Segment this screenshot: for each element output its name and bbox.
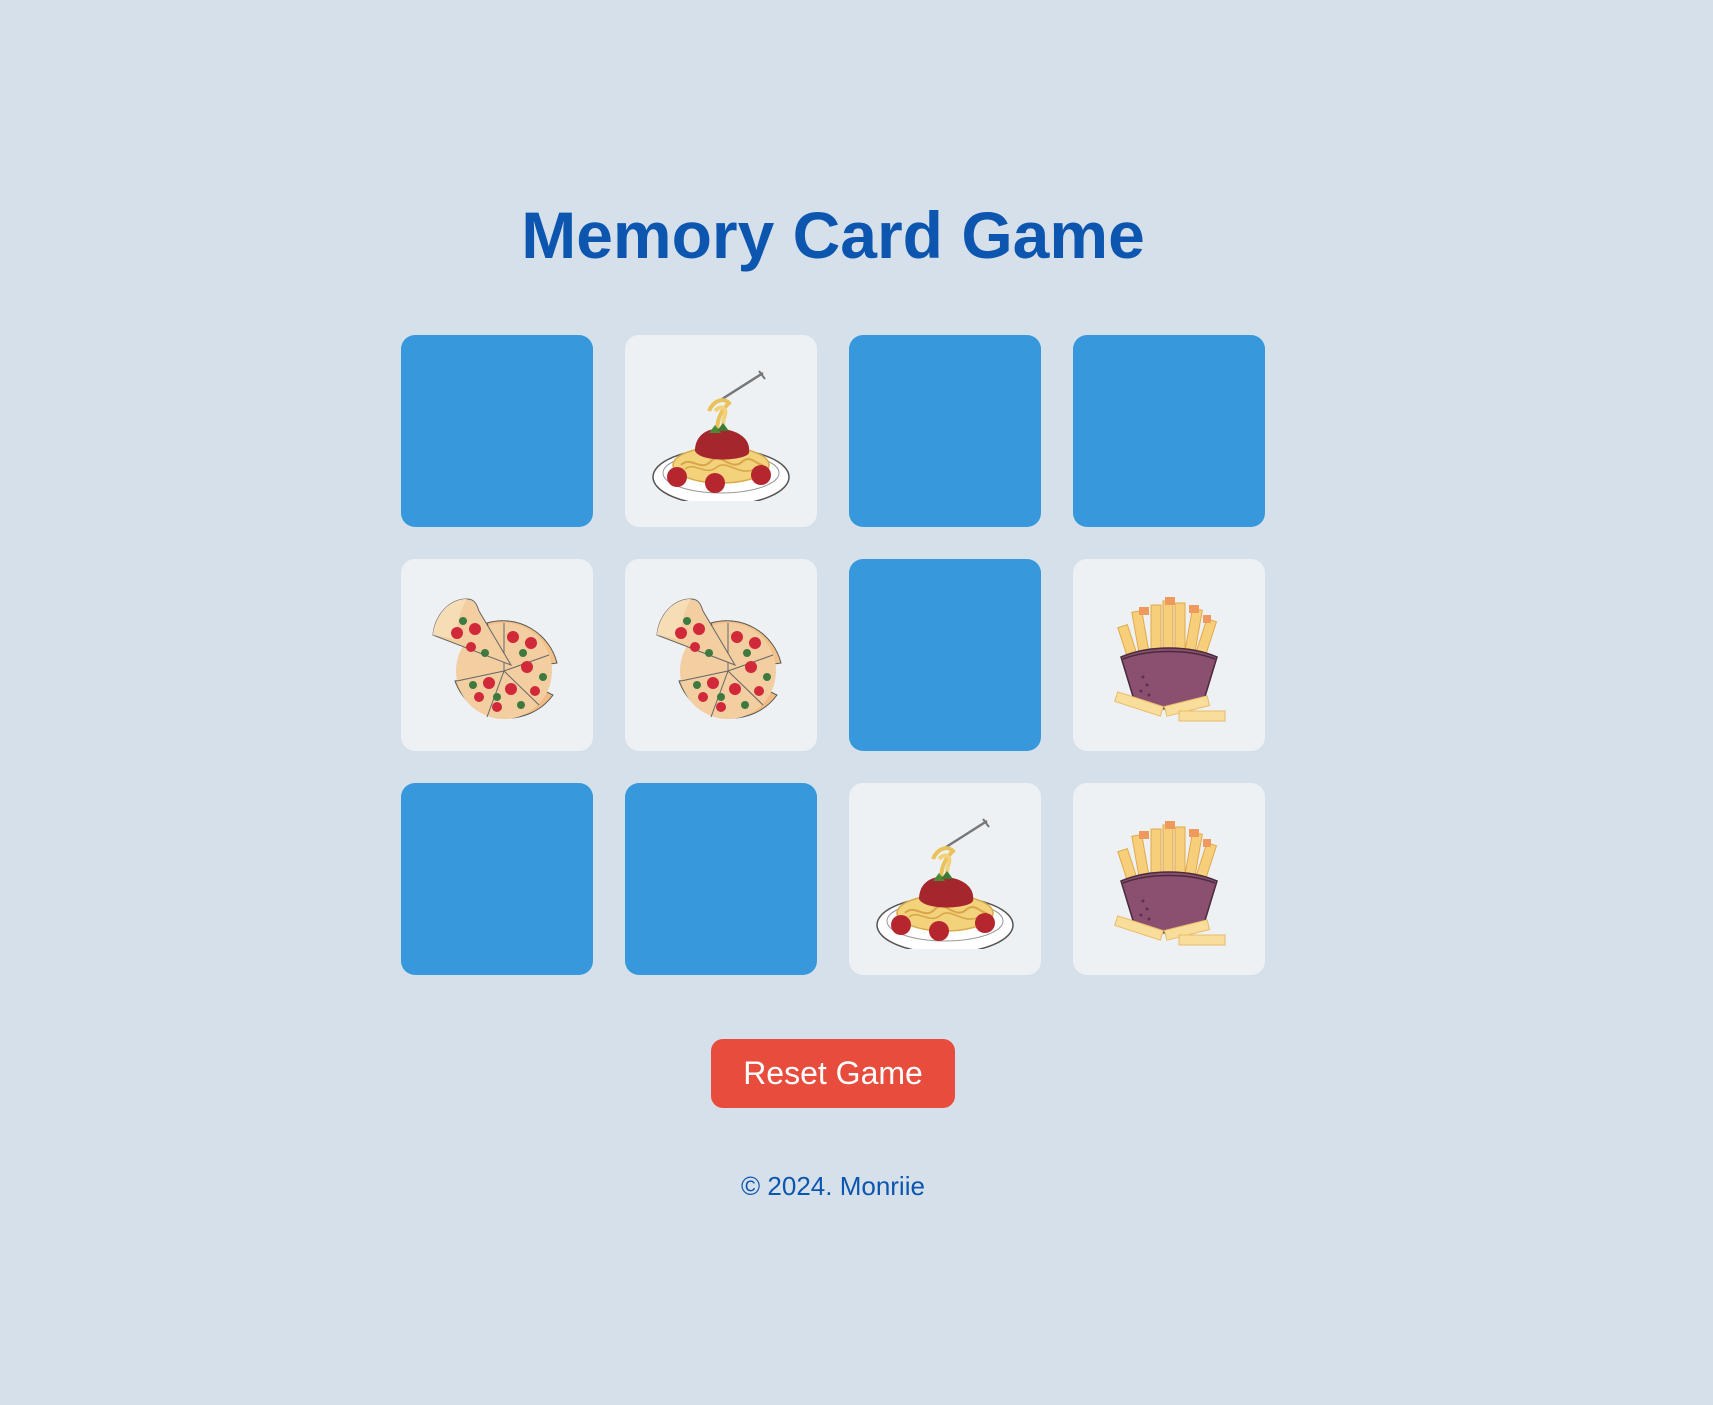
memory-card[interactable]	[1073, 783, 1265, 975]
memory-card[interactable]	[401, 783, 593, 975]
pizza-icon	[651, 585, 791, 725]
memory-card[interactable]	[401, 559, 593, 751]
memory-card[interactable]	[849, 335, 1041, 527]
page-title: Memory Card Game	[521, 198, 1145, 272]
card-board	[401, 335, 1265, 975]
footer-copyright: © 2024. Monriie	[741, 1171, 925, 1201]
memory-card[interactable]	[625, 559, 817, 751]
memory-card[interactable]	[849, 559, 1041, 751]
memory-card[interactable]	[849, 783, 1041, 975]
spaghetti-icon	[651, 361, 791, 501]
memory-card[interactable]	[401, 335, 593, 527]
memory-card[interactable]	[1073, 559, 1265, 751]
fries-icon	[1099, 809, 1239, 949]
memory-card[interactable]	[625, 335, 817, 527]
fries-icon	[1099, 585, 1239, 725]
spaghetti-icon	[875, 809, 1015, 949]
pizza-icon	[427, 585, 567, 725]
memory-card[interactable]	[1073, 335, 1265, 527]
reset-game-button[interactable]: Reset Game	[711, 1039, 955, 1108]
memory-card[interactable]	[625, 783, 817, 975]
